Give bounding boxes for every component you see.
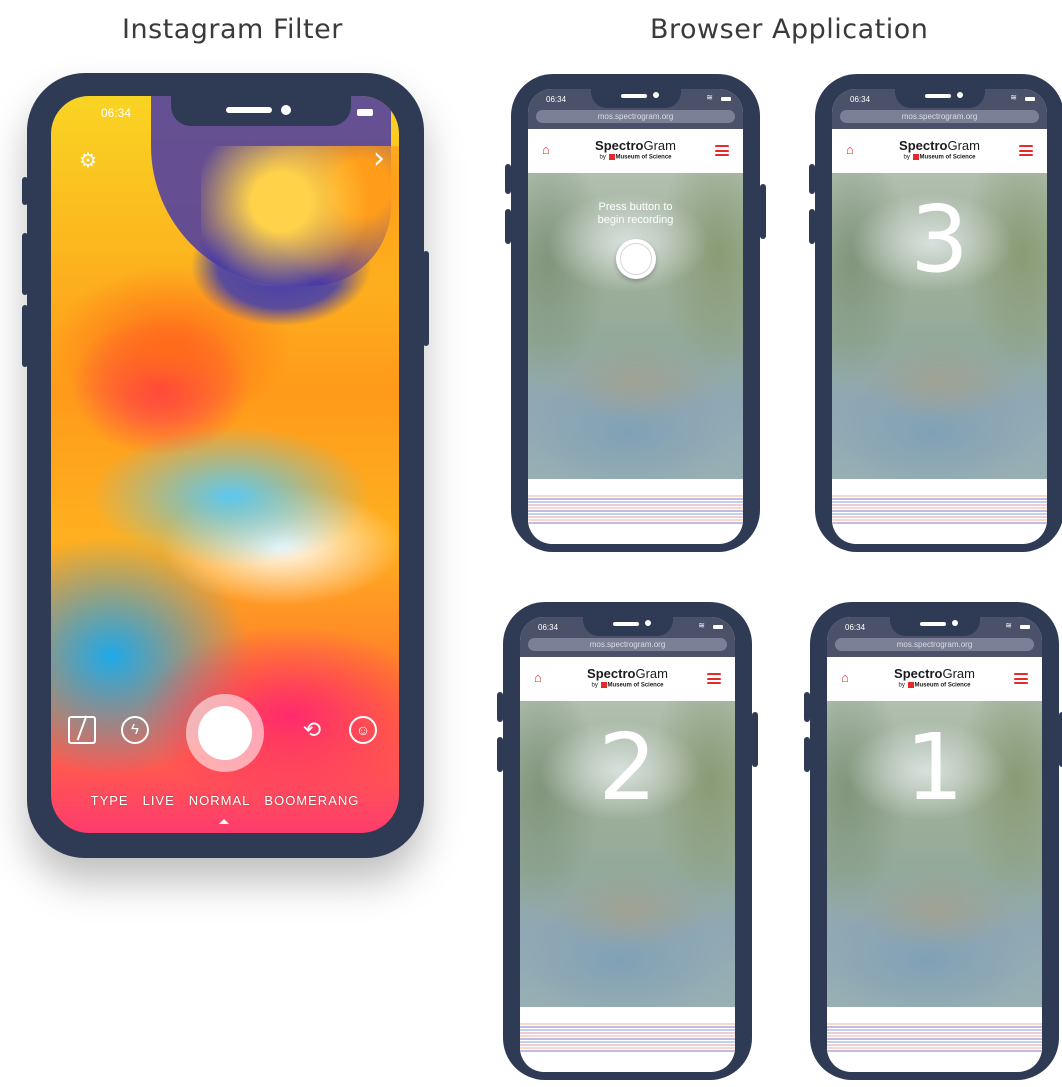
spectrogram-strip <box>520 1023 735 1053</box>
logo-light: Gram <box>942 666 975 681</box>
instagram-camera-view: 06:34 ⚙ › ϟ ⟲ ☺ TYPE LIVE NORMAL BOOMERA… <box>51 96 399 833</box>
phone-notch <box>171 96 351 126</box>
battery-icon <box>1020 625 1030 629</box>
spectrogram-logo[interactable]: SpectroGram by Museum of Science <box>520 666 735 689</box>
section-title-instagram: Instagram Filter <box>122 14 343 45</box>
browser-screen: 06:34 ≋ mos.spectrogram.org ⌂ SpectroGra… <box>528 89 743 544</box>
site-header: ⌂ SpectroGram by Museum of Science <box>827 657 1042 701</box>
logo-bold: Spectro <box>587 666 636 681</box>
wifi-icon: ≋ <box>1010 93 1017 102</box>
mode-normal[interactable]: NORMAL <box>189 793 251 808</box>
camera-mode-selector: TYPE LIVE NORMAL BOOMERANG <box>51 793 399 808</box>
wifi-icon: ≋ <box>1005 621 1012 630</box>
mos-logo-icon <box>907 682 914 688</box>
menu-icon[interactable] <box>707 673 721 684</box>
logo-by: by <box>599 154 606 161</box>
logo-light: Gram <box>643 138 676 153</box>
switch-camera-icon[interactable]: ⟲ <box>299 718 325 744</box>
browser-phone-record: 06:34 ≋ mos.spectrogram.org ⌂ SpectroGra… <box>505 74 766 552</box>
spectrogram-strip <box>827 1023 1042 1053</box>
face-filter-icon[interactable]: ☺ <box>349 716 377 744</box>
countdown-number: 3 <box>910 186 969 293</box>
phone-notch <box>890 617 980 636</box>
shutter-button[interactable] <box>186 694 264 772</box>
url-bar[interactable]: mos.spectrogram.org <box>536 110 735 123</box>
url-bar[interactable]: mos.spectrogram.org <box>528 638 727 651</box>
logo-bold: Spectro <box>595 138 644 153</box>
status-time: 06:34 <box>546 95 567 104</box>
site-header: ⌂ SpectroGram by Museum of Science <box>528 129 743 173</box>
mode-boomerang[interactable]: BOOMERANG <box>264 793 359 808</box>
browser-phone-countdown-3: 06:34 ≋ mos.spectrogram.org ⌂ SpectroGra… <box>809 74 1062 552</box>
phone-notch <box>583 617 673 636</box>
logo-org: Museum of Science <box>615 154 672 161</box>
browser-phone-countdown-1: 06:34 ≋ mos.spectrogram.org ⌂ SpectroGra… <box>804 602 1062 1080</box>
logo-light: Gram <box>947 138 980 153</box>
spectrogram-logo[interactable]: SpectroGram by Museum of Science <box>528 138 743 161</box>
side-button <box>22 177 28 205</box>
mode-type[interactable]: TYPE <box>91 793 129 808</box>
record-instructions-line2: begin recording <box>597 214 674 226</box>
status-time: 06:34 <box>845 623 866 632</box>
battery-icon <box>1025 97 1035 101</box>
spectrogram-logo[interactable]: SpectroGram by Museum of Science <box>832 138 1047 161</box>
mode-live[interactable]: LIVE <box>143 793 175 808</box>
logo-by: by <box>903 154 910 161</box>
spectrogram-logo[interactable]: SpectroGram by Museum of Science <box>827 666 1042 689</box>
gear-icon[interactable]: ⚙ <box>79 151 99 171</box>
countdown-number: 2 <box>598 714 657 821</box>
type-icon[interactable] <box>68 716 96 744</box>
battery-icon <box>713 625 723 629</box>
countdown-number: 1 <box>905 714 964 821</box>
record-instructions-line1: Press button to <box>598 201 673 213</box>
url-bar[interactable]: mos.spectrogram.org <box>835 638 1034 651</box>
mos-logo-icon <box>608 154 615 160</box>
battery-icon <box>357 109 373 116</box>
record-instructions: Press button to begin recording <box>528 201 743 227</box>
phone-notch <box>895 89 985 108</box>
menu-icon[interactable] <box>1019 145 1033 156</box>
logo-org: Museum of Science <box>919 154 976 161</box>
section-title-browser: Browser Application <box>650 14 929 45</box>
mos-logo-icon <box>600 682 607 688</box>
instagram-phone: 06:34 ⚙ › ϟ ⟲ ☺ TYPE LIVE NORMAL BOOMERA… <box>22 73 429 858</box>
chevron-right-icon[interactable]: › <box>373 144 385 174</box>
thermal-foliage <box>201 146 399 286</box>
side-button <box>22 305 28 367</box>
spectrogram-strip <box>528 495 743 525</box>
logo-light: Gram <box>635 666 668 681</box>
menu-icon[interactable] <box>1014 673 1028 684</box>
url-bar[interactable]: mos.spectrogram.org <box>840 110 1039 123</box>
status-time: 06:34 <box>850 95 871 104</box>
side-button <box>22 233 28 295</box>
logo-org: Museum of Science <box>607 682 664 689</box>
side-button <box>423 251 429 346</box>
phone-notch <box>591 89 681 108</box>
logo-org: Museum of Science <box>914 682 971 689</box>
wifi-icon: ≋ <box>706 93 713 102</box>
logo-bold: Spectro <box>894 666 943 681</box>
browser-phone-countdown-2: 06:34 ≋ mos.spectrogram.org ⌂ SpectroGra… <box>497 602 758 1080</box>
browser-screen: 06:34 ≋ mos.spectrogram.org ⌂ SpectroGra… <box>520 617 735 1072</box>
browser-screen: 06:34 ≋ mos.spectrogram.org ⌂ SpectroGra… <box>832 89 1047 544</box>
logo-by: by <box>898 682 905 689</box>
spectrogram-strip <box>832 495 1047 525</box>
site-header: ⌂ SpectroGram by Museum of Science <box>832 129 1047 173</box>
mos-logo-icon <box>912 154 919 160</box>
site-header: ⌂ SpectroGram by Museum of Science <box>520 657 735 701</box>
flash-icon[interactable]: ϟ <box>121 716 149 744</box>
status-time: 06:34 <box>101 106 132 120</box>
browser-screen: 06:34 ≋ mos.spectrogram.org ⌂ SpectroGra… <box>827 617 1042 1072</box>
battery-icon <box>721 97 731 101</box>
status-time: 06:34 <box>538 623 559 632</box>
logo-bold: Spectro <box>899 138 948 153</box>
menu-icon[interactable] <box>715 145 729 156</box>
wifi-icon: ≋ <box>698 621 705 630</box>
record-button[interactable] <box>616 239 656 279</box>
logo-by: by <box>591 682 598 689</box>
mode-indicator-icon <box>219 819 229 824</box>
